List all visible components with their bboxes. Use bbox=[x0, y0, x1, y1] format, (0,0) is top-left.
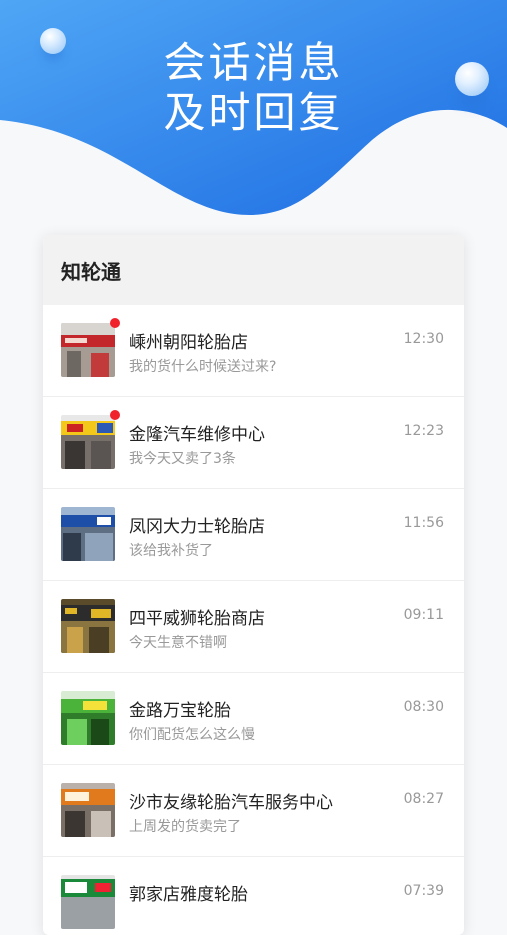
conversation-name: 四平威狮轮胎商店 bbox=[129, 609, 265, 629]
conversation-row[interactable]: 郭家店雅度轮胎 07:39 bbox=[43, 857, 464, 935]
conversation-name: 凤冈大力士轮胎店 bbox=[129, 517, 265, 537]
conversation-preview: 今天生意不错啊 bbox=[129, 635, 227, 651]
conversation-row[interactable]: 金路万宝轮胎你们配货怎么这么慢 08:30 bbox=[43, 673, 464, 765]
hero-headline: 会话消息 及时回复 bbox=[0, 38, 507, 138]
card-title: 知轮通 bbox=[43, 235, 464, 305]
conversation-row[interactable]: 嵊州朝阳轮胎店我的货什么时候送过来? 12:30 bbox=[43, 305, 464, 397]
shop-avatar bbox=[61, 783, 115, 837]
conversation-time: 07:39 bbox=[403, 883, 444, 899]
conversation-name: 金路万宝轮胎 bbox=[129, 701, 231, 721]
conversation-card: 知轮通 嵊州朝阳轮胎店我的货什么时候送过来? 12:30 金隆汽车维修中心我今天又卖… bbox=[43, 235, 464, 935]
conversation-time: 12:30 bbox=[403, 331, 444, 347]
conversation-preview: 该给我补货了 bbox=[129, 543, 213, 559]
conversation-name: 沙市友缘轮胎汽车服务中心 bbox=[129, 793, 333, 813]
conversation-time: 12:23 bbox=[403, 423, 444, 439]
shop-avatar bbox=[61, 875, 115, 929]
shop-avatar bbox=[61, 599, 115, 653]
hero-line-1: 会话消息 bbox=[163, 38, 344, 87]
conversation-name: 金隆汽车维修中心 bbox=[129, 425, 265, 445]
shop-avatar bbox=[61, 323, 115, 377]
hero-banner: 会话消息 及时回复 bbox=[0, 0, 507, 230]
conversation-preview: 上周发的货卖完了 bbox=[129, 819, 241, 835]
unread-dot bbox=[110, 318, 120, 328]
conversation-preview: 你们配货怎么这么慢 bbox=[129, 727, 255, 743]
conversation-row[interactable]: 金隆汽车维修中心我今天又卖了3条 12:23 bbox=[43, 397, 464, 489]
conversation-row[interactable]: 凤冈大力士轮胎店该给我补货了 11:56 bbox=[43, 489, 464, 581]
hero-line-2: 及时回复 bbox=[163, 88, 344, 137]
conversation-preview: 我今天又卖了3条 bbox=[129, 451, 236, 467]
shop-avatar bbox=[61, 507, 115, 561]
conversation-list: 嵊州朝阳轮胎店我的货什么时候送过来? 12:30 金隆汽车维修中心我今天又卖了3条 1… bbox=[43, 305, 464, 935]
conversation-time: 08:30 bbox=[403, 699, 444, 715]
shop-avatar bbox=[61, 691, 115, 745]
conversation-time: 09:11 bbox=[403, 607, 444, 623]
conversation-preview: 我的货什么时候送过来? bbox=[129, 359, 277, 375]
conversation-row[interactable]: 沙市友缘轮胎汽车服务中心上周发的货卖完了 08:27 bbox=[43, 765, 464, 857]
conversation-time: 08:27 bbox=[403, 791, 444, 807]
conversation-time: 11:56 bbox=[403, 515, 444, 531]
unread-dot bbox=[110, 410, 120, 420]
conversation-name: 郭家店雅度轮胎 bbox=[129, 885, 248, 905]
conversation-name: 嵊州朝阳轮胎店 bbox=[129, 333, 248, 353]
shop-avatar bbox=[61, 415, 115, 469]
conversation-row[interactable]: 四平威狮轮胎商店今天生意不错啊 09:11 bbox=[43, 581, 464, 673]
